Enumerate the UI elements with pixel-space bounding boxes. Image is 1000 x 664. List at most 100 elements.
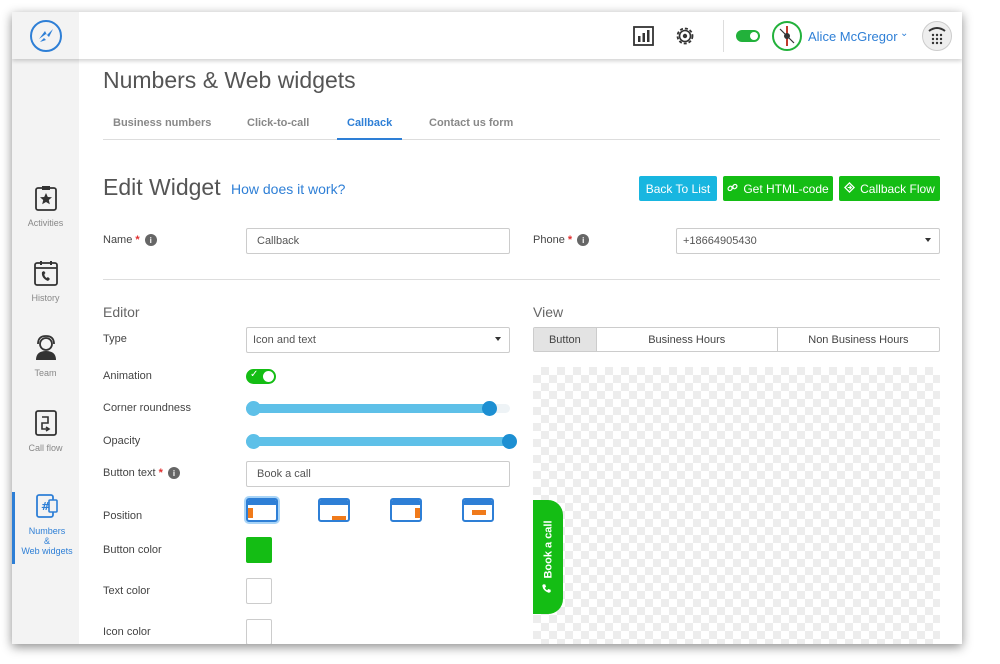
name-input-value: Callback	[257, 235, 300, 247]
position-label: Position	[103, 510, 143, 522]
view-tabs: Button Business Hours Non Business Hours	[533, 327, 940, 352]
phone-label: Phone * i	[533, 234, 590, 247]
headset-user-icon	[33, 334, 59, 362]
callback-flow-button[interactable]: Callback Flow	[839, 176, 940, 201]
required-marker: *	[567, 234, 573, 246]
info-icon[interactable]: i	[168, 467, 180, 480]
info-icon[interactable]: i	[577, 234, 590, 247]
page-title: Numbers & Web widgets	[103, 67, 356, 93]
chevron-down-icon[interactable]: ⌄	[900, 28, 908, 39]
button-text-label: Button text * i	[103, 467, 180, 480]
position-option-bottom-center[interactable]	[462, 498, 494, 522]
phone-icon	[542, 584, 555, 594]
top-bar: Alice McGregor ⌄	[12, 12, 962, 59]
back-to-list-button[interactable]: Back To List	[639, 176, 717, 201]
position-marker	[472, 510, 486, 515]
app-logo[interactable]	[12, 12, 79, 59]
type-label: Type	[103, 333, 127, 345]
hash-widget-icon: #	[34, 492, 60, 520]
caret-down-icon	[495, 337, 501, 341]
sidebar-item-call-flow[interactable]: Call flow	[12, 409, 79, 453]
get-html-code-label: Get HTML-code	[743, 181, 829, 196]
name-label-text: Name	[103, 234, 133, 246]
svg-text:#: #	[41, 500, 50, 513]
type-select[interactable]: Icon and text	[246, 327, 510, 353]
text-color-swatch[interactable]	[246, 578, 272, 604]
corner-roundness-handle[interactable]	[481, 401, 497, 416]
corner-roundness-fill	[246, 404, 489, 413]
position-marker	[332, 516, 346, 520]
sidebar-item-label: Web widgets	[21, 546, 73, 556]
caret-down-icon	[925, 238, 931, 242]
position-marker	[248, 508, 253, 518]
main-content: Numbers & Web widgets Business numbers C…	[79, 59, 962, 644]
widget-preview-text: Book a call	[542, 520, 554, 579]
sidebar-item-numbers-web-widgets[interactable]: # Numbers & Web widgets	[12, 492, 79, 564]
sidebar-item-label: Team	[34, 368, 57, 378]
animation-label: Animation	[103, 370, 152, 382]
opacity-label: Opacity	[103, 435, 141, 447]
slider-start-handle	[246, 434, 261, 449]
required-marker: *	[158, 467, 163, 479]
view-title: View	[533, 304, 564, 320]
slider-start-handle	[246, 401, 261, 416]
position-option-header	[248, 500, 276, 505]
sidebar-item-label: Activities	[27, 218, 64, 228]
sidebar-item-team[interactable]: Team	[12, 334, 79, 378]
position-option-header	[464, 500, 492, 505]
phone-label-text: Phone	[533, 234, 565, 246]
view-tab-non-business-hours[interactable]: Non Business Hours	[778, 328, 939, 351]
tab-contact-us-form[interactable]: Contact us form	[419, 117, 523, 140]
sidebar-item-history[interactable]: History	[12, 259, 79, 303]
get-html-code-button[interactable]: Get HTML-code	[723, 176, 833, 201]
link-icon	[727, 182, 738, 196]
corner-roundness-slider[interactable]	[246, 401, 510, 416]
checkmark-icon: ✓	[250, 369, 259, 380]
sidebar-item-activities[interactable]: Activities	[12, 184, 79, 228]
user-avatar[interactable]	[772, 21, 802, 51]
name-input[interactable]: Callback	[246, 228, 510, 254]
opacity-handle[interactable]	[502, 434, 517, 449]
opacity-slider[interactable]	[246, 434, 517, 449]
callback-flow-label: Callback Flow	[860, 181, 935, 196]
tab-business-numbers[interactable]: Business numbers	[103, 117, 221, 140]
settings-gear-icon[interactable]	[673, 24, 697, 48]
availability-toggle[interactable]	[736, 30, 760, 42]
clipboard-star-icon	[33, 184, 59, 212]
sidebar-item-label: History	[31, 293, 60, 303]
opacity-fill	[246, 437, 510, 446]
animation-toggle[interactable]: ✓	[246, 369, 276, 384]
position-option-left-middle[interactable]	[246, 498, 278, 522]
icon-color-label: Icon color	[103, 626, 151, 638]
tab-callback[interactable]: Callback	[337, 117, 403, 140]
edit-widget-title: Edit Widget	[103, 174, 221, 200]
widget-preview-button[interactable]: Book a call	[533, 500, 563, 614]
icon-color-swatch[interactable]	[246, 619, 272, 644]
dialpad-icon[interactable]	[922, 21, 952, 51]
info-icon[interactable]: i	[144, 234, 157, 247]
stats-chart-icon[interactable]	[632, 24, 656, 48]
type-select-value: Icon and text	[253, 334, 316, 346]
phone-select[interactable]: +18664905430	[676, 228, 940, 254]
how-does-it-work-link[interactable]: How does it work?	[231, 181, 345, 197]
calendar-phone-icon	[33, 259, 59, 287]
corner-roundness-label: Corner roundness	[103, 402, 192, 414]
view-tab-business-hours[interactable]: Business Hours	[597, 328, 778, 351]
button-text-input[interactable]: Book a call	[246, 461, 510, 487]
view-tab-button[interactable]: Button	[534, 328, 597, 351]
button-color-label: Button color	[103, 544, 162, 556]
call-flow-icon	[33, 409, 59, 437]
phone-select-value: +18664905430	[683, 235, 757, 247]
button-color-swatch[interactable]	[246, 537, 272, 563]
tab-click-to-call[interactable]: Click-to-call	[237, 117, 319, 140]
user-name[interactable]: Alice McGregor	[808, 29, 898, 44]
position-option-header	[392, 500, 420, 505]
position-option-bottom-right[interactable]	[318, 498, 350, 522]
section-tabs: Business numbers Click-to-call Callback …	[103, 117, 940, 140]
button-text-label-text: Button text	[103, 467, 156, 479]
flow-diamond-icon	[844, 181, 856, 196]
position-option-right-middle[interactable]	[390, 498, 422, 522]
sidebar-item-label: &	[43, 536, 50, 546]
text-color-label: Text color	[103, 585, 151, 597]
logo-icon	[29, 19, 62, 52]
